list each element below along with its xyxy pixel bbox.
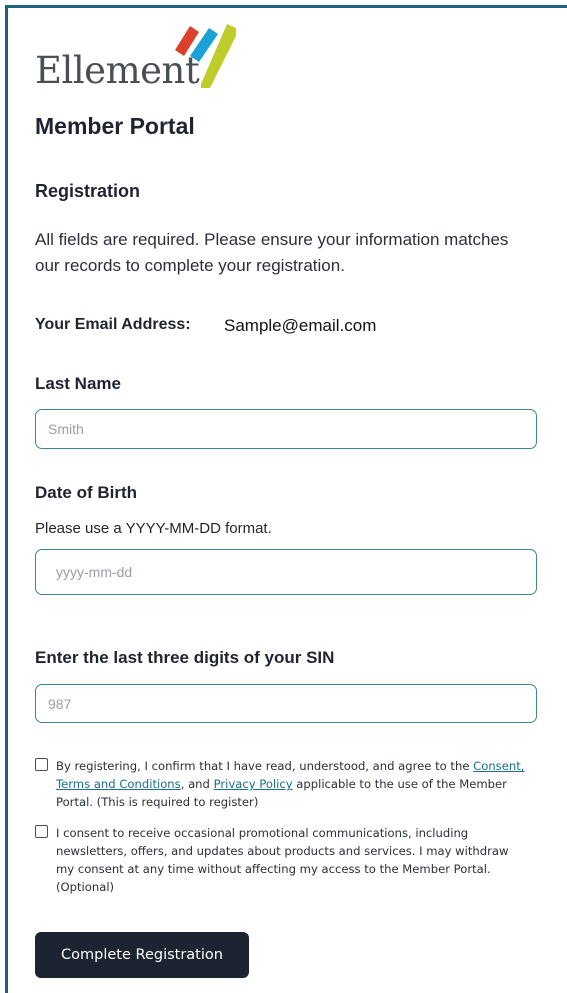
terms-text-mid: , and bbox=[180, 777, 214, 791]
terms-text-before: By registering, I confirm that I have re… bbox=[56, 759, 474, 773]
intro-text: All fields are required. Please ensure y… bbox=[35, 230, 509, 275]
dob-input[interactable] bbox=[35, 549, 537, 595]
sin-input[interactable] bbox=[35, 684, 537, 723]
dob-helper-text: Please use a YYYY-MM-DD format. bbox=[35, 520, 272, 537]
last-name-input[interactable] bbox=[35, 409, 537, 449]
dob-label: Date of Birth bbox=[35, 483, 137, 502]
email-label: Your Email Address: bbox=[35, 316, 191, 333]
ellement-logo: Ellement bbox=[35, 22, 245, 94]
marketing-consent-text: I consent to receive occasional promotio… bbox=[56, 826, 509, 894]
logo-mark-icon bbox=[175, 24, 236, 88]
page-title: Member Portal bbox=[35, 113, 195, 139]
marketing-checkbox[interactable] bbox=[35, 825, 48, 838]
last-name-label: Last Name bbox=[35, 374, 121, 393]
privacy-policy-link[interactable]: Privacy Policy bbox=[214, 777, 293, 791]
terms-consent-text: By registering, I confirm that I have re… bbox=[56, 757, 526, 811]
email-value: Sample@email.com bbox=[224, 316, 377, 335]
complete-registration-button[interactable]: Complete Registration bbox=[35, 932, 249, 978]
email-row: Your Email Address: Sample@email.com bbox=[35, 316, 535, 336]
sin-label: Enter the last three digits of your SIN bbox=[35, 648, 335, 667]
section-title: Registration bbox=[35, 181, 141, 201]
terms-checkbox[interactable] bbox=[35, 758, 48, 771]
